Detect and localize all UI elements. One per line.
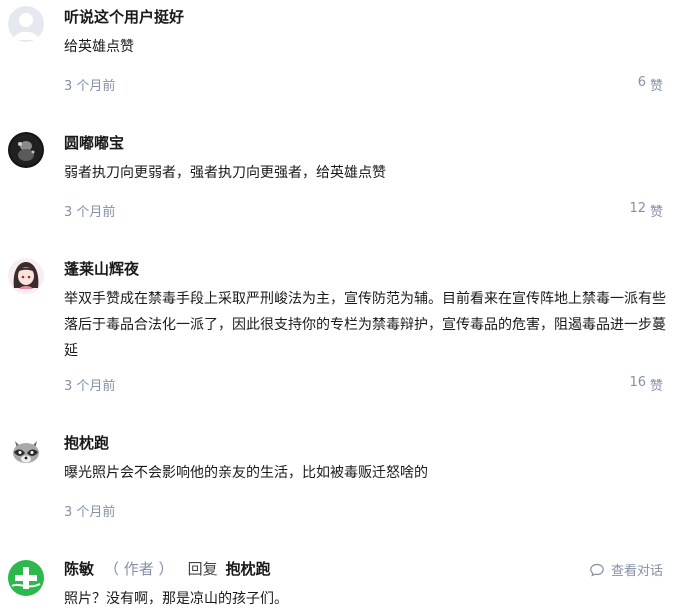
like-button[interactable]: 16 赞	[629, 375, 663, 394]
like-button[interactable]: 6 赞	[638, 75, 663, 94]
comment-header: 陈敏 （ 作者 ） 回复 抱枕跑	[64, 558, 271, 579]
like-label: 赞	[649, 79, 663, 94]
author-name[interactable]: 蓬莱山辉夜	[64, 258, 139, 279]
comment-item: 蓬莱山辉夜 举双手赞成在禁毒手段上采取严刑峻法为主，宣传防范为辅。目前看来在宣传…	[0, 252, 688, 426]
default-user-avatar-icon[interactable]	[8, 6, 44, 42]
chat-bubble-icon	[590, 563, 604, 577]
comment-item: 陈敏 （ 作者 ） 回复 抱枕跑 查看对话 照片？没有啊，那是凉山的孩子们。	[0, 552, 688, 614]
like-label: 赞	[649, 205, 663, 220]
comment-text: 曝光照片会不会影响他的亲友的生活，比如被毒贩迁怒啥的	[64, 465, 428, 481]
comment-item: 听说这个用户挺好 给英雄点赞 3 个月前 6 赞	[0, 0, 688, 126]
view-dialog-button[interactable]: 查看对话	[589, 560, 663, 579]
comment-item: 圆嘟嘟宝 弱者执刀向更弱者，强者执刀向更强者，给英雄点赞 3 个月前 12 赞	[0, 126, 688, 252]
like-count: 12	[629, 201, 646, 216]
like-count: 16	[629, 375, 646, 390]
comment-text: 举双手赞成在禁毒手段上采取严刑峻法为主，宣传防范为辅。目前看来在宣传阵地上禁毒一…	[64, 291, 666, 359]
comment-header: 抱枕跑	[64, 432, 109, 453]
like-count: 6	[637, 75, 646, 90]
comment-text: 给英雄点赞	[64, 39, 134, 55]
author-name[interactable]: 陈敏	[64, 558, 94, 579]
author-name[interactable]: 圆嘟嘟宝	[64, 132, 124, 153]
author-name[interactable]: 抱枕跑	[64, 432, 109, 453]
comment-text: 弱者执刀向更弱者，强者执刀向更强者，给英雄点赞	[64, 165, 386, 181]
comment-time: 3 个月前	[64, 379, 116, 394]
author-role-badge: （ 作者 ）	[104, 560, 174, 578]
comment-header: 蓬莱山辉夜	[64, 258, 139, 279]
dark-photo-avatar-icon[interactable]	[8, 132, 44, 168]
comment-header: 听说这个用户挺好	[64, 6, 184, 27]
view-dialog-label: 查看对话	[610, 564, 663, 579]
author-name[interactable]: 听说这个用户挺好	[64, 6, 184, 27]
like-label: 赞	[649, 379, 663, 394]
like-button[interactable]: 12 赞	[629, 201, 663, 220]
comment-time: 3 个月前	[64, 79, 116, 94]
comment-time: 3 个月前	[64, 505, 116, 520]
comment-text: 照片？没有啊，那是凉山的孩子们。	[64, 591, 288, 607]
reply-target-name[interactable]: 抱枕跑	[226, 558, 271, 579]
reply-label: 回复	[187, 560, 218, 578]
raccoon-avatar-icon[interactable]	[8, 432, 44, 468]
comment-item: 抱枕跑 曝光照片会不会影响他的亲友的生活，比如被毒贩迁怒啥的 3 个月前	[0, 426, 688, 552]
green-plus-avatar-icon[interactable]	[8, 560, 44, 596]
comment-time: 3 个月前	[64, 205, 116, 220]
anime-girl-avatar-icon[interactable]	[8, 258, 44, 294]
comment-header: 圆嘟嘟宝	[64, 132, 124, 153]
